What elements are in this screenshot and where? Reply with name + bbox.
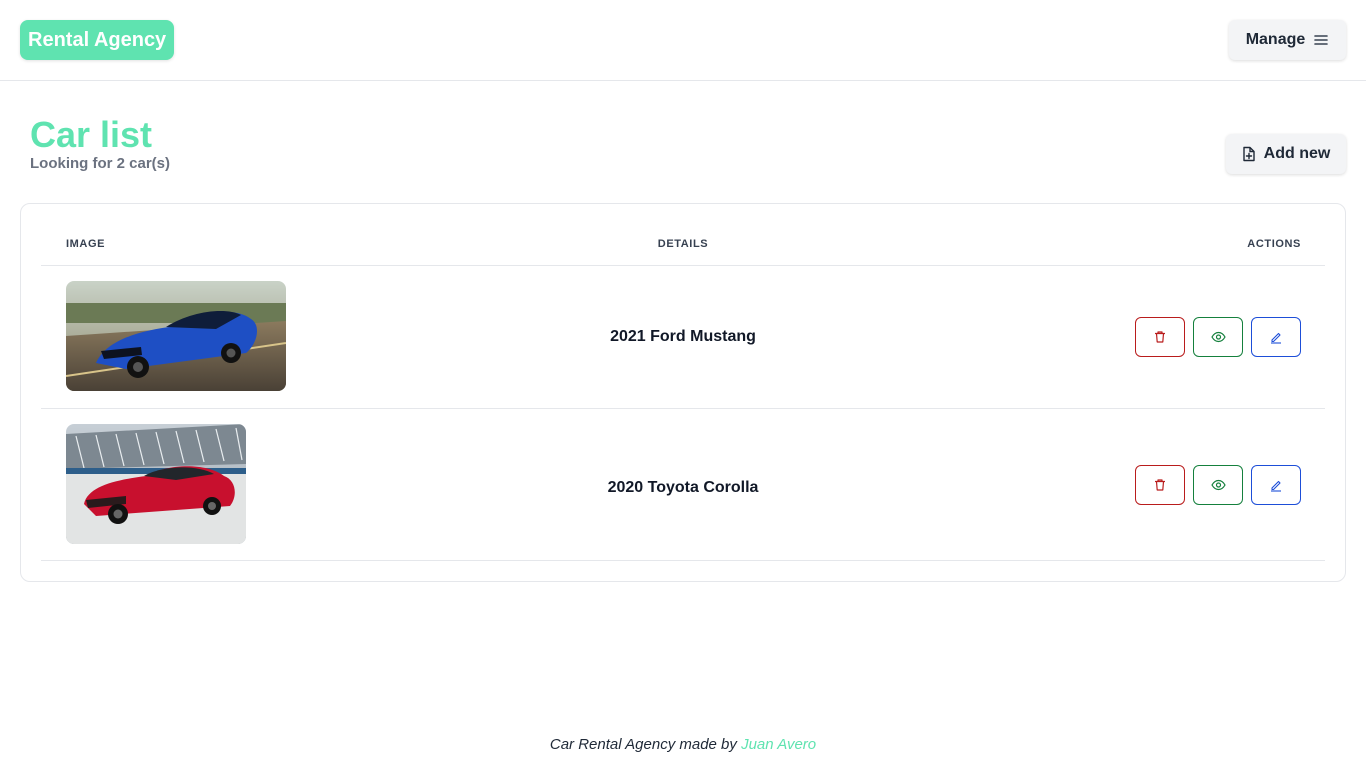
add-new-button[interactable]: Add new [1226,134,1346,174]
row-actions [1135,317,1301,357]
table-row: 2020 Toyota Corolla [41,409,1325,561]
delete-button[interactable] [1135,465,1185,505]
manage-button[interactable]: Manage [1229,20,1346,60]
brand-logo[interactable]: Rental Agency [20,20,175,60]
trash-icon [1153,478,1167,492]
car-image-corolla [66,424,246,544]
navbar: Rental Agency Manage [0,0,1366,81]
eye-icon [1210,331,1226,343]
delete-button[interactable] [1135,317,1185,357]
add-new-label: Add new [1263,145,1331,162]
hamburger-menu-icon [1313,32,1329,48]
column-header-image: IMAGE [66,238,106,250]
car-image-mustang [66,281,286,391]
author-link[interactable]: Juan Avero [741,736,816,753]
row-actions [1135,465,1301,505]
eye-icon [1210,479,1226,491]
table-header: IMAGE DETAILS ACTIONS [41,224,1325,266]
edit-button[interactable] [1251,465,1301,505]
car-name: 2021 Ford Mustang [610,328,756,345]
file-plus-icon [1242,146,1256,162]
view-button[interactable] [1193,317,1243,357]
page-title: Car list [30,114,153,155]
pencil-icon [1269,330,1283,344]
car-table: IMAGE DETAILS ACTIONS 2021 Ford Mustang … [20,203,1346,582]
footer: Car Rental Agency made by Juan Avero [0,736,1366,753]
view-button[interactable] [1193,465,1243,505]
footer-text: Car Rental Agency made by [549,736,737,753]
table-row: 2021 Ford Mustang [41,266,1325,409]
column-header-actions: ACTIONS [1247,238,1301,250]
trash-icon [1153,330,1167,344]
edit-button[interactable] [1251,317,1301,357]
column-header-details: DETAILS [657,238,709,250]
page-subtitle: Looking for 2 car(s) [30,155,171,172]
car-name: 2020 Toyota Corolla [607,479,759,496]
pencil-icon [1269,478,1283,492]
manage-button-label: Manage [1245,31,1306,48]
